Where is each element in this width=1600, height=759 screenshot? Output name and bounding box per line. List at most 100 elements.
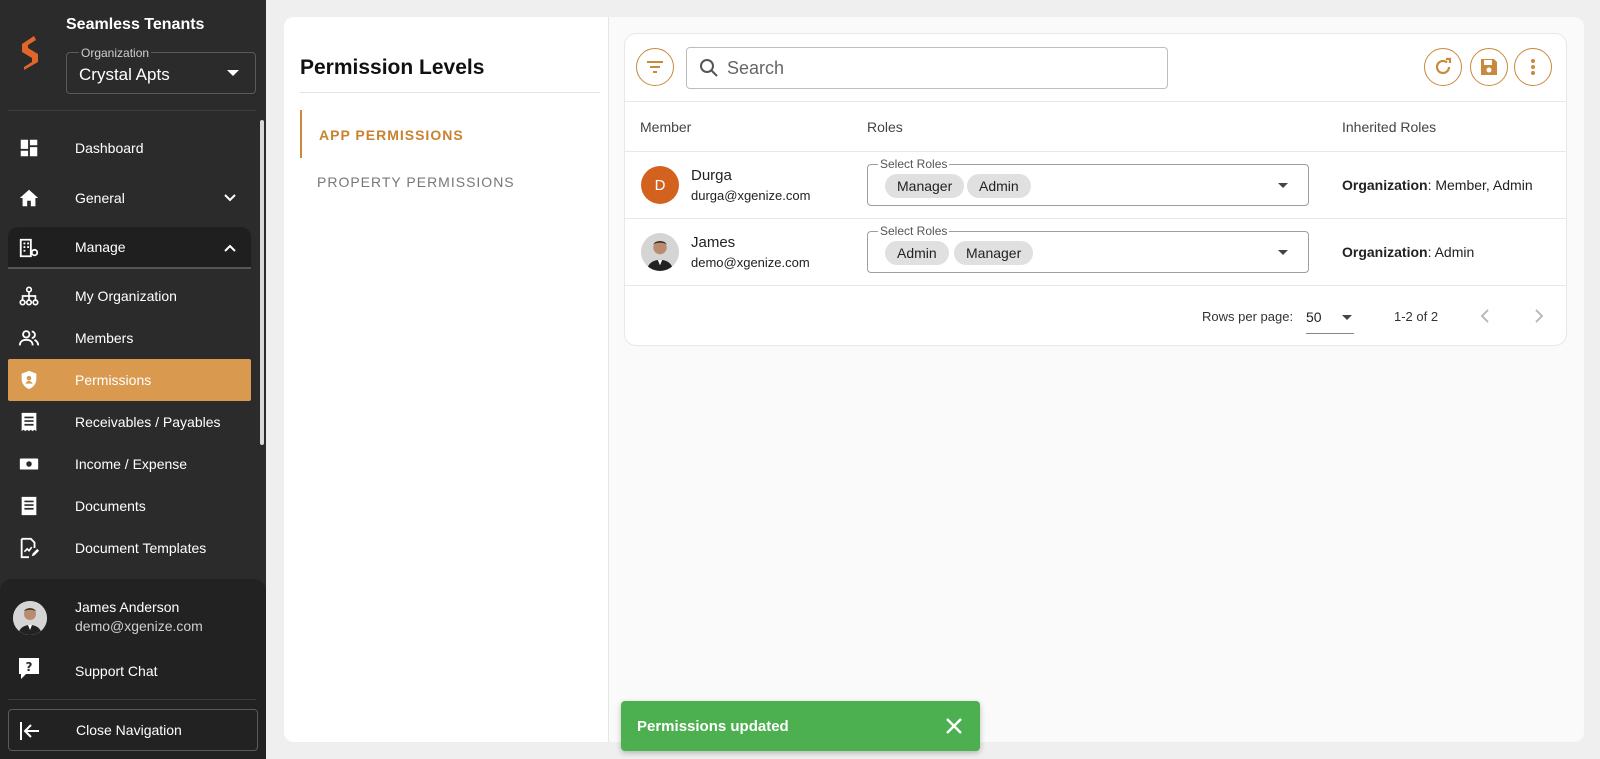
role-chip[interactable]: Manager (954, 241, 1034, 265)
receipt-icon (21, 412, 37, 432)
roles-select[interactable]: Select Roles Manager Admin (867, 157, 1309, 206)
user-avatar[interactable] (13, 601, 47, 635)
divider (625, 218, 1566, 219)
money-icon (19, 458, 39, 470)
dashboard-icon (20, 139, 38, 157)
rows-per-page-label: Rows per page: (1202, 309, 1294, 324)
roles-select-label: Select Roles (878, 157, 950, 171)
previous-page-button[interactable] (1476, 306, 1496, 326)
chevron-up-icon (224, 244, 236, 252)
roles-select[interactable]: Select Roles Admin Manager (867, 224, 1309, 273)
roles-select-label: Select Roles (878, 224, 950, 238)
building-gear-icon (19, 238, 39, 258)
sidebar-item-my-organization[interactable]: My Organization (8, 275, 251, 317)
inherited-scope: Organization (1342, 177, 1428, 193)
save-button[interactable] (1470, 48, 1508, 86)
rows-per-page-select[interactable]: 50 (1306, 304, 1354, 334)
tab-app-permissions[interactable]: APP PERMISSIONS (300, 110, 600, 158)
divider (625, 151, 1566, 152)
column-header-roles[interactable]: Roles (867, 119, 903, 135)
sidebar-item-permissions[interactable]: Permissions (8, 359, 251, 401)
caret-down-icon (1278, 183, 1288, 188)
divider (8, 110, 256, 111)
close-navigation-label: Close Navigation (76, 722, 182, 738)
brand-logo-icon (22, 36, 38, 70)
organization-value: Crystal Apts (79, 65, 170, 84)
inherited-roles: Organization: Admin (1342, 244, 1474, 260)
role-chip[interactable]: Manager (885, 174, 965, 198)
caret-down-icon (1342, 315, 1352, 320)
tab-property-permissions[interactable]: PROPERTY PERMISSIONS (300, 157, 600, 205)
brand-name: Seamless Tenants (66, 16, 205, 33)
role-chip[interactable]: Admin (967, 174, 1031, 198)
document-icon (21, 496, 37, 516)
chevron-left-icon (1480, 309, 1489, 323)
close-navigation-button[interactable]: Close Navigation (8, 709, 258, 751)
sidebar-item-label: Permissions (75, 372, 152, 388)
people-icon (18, 330, 40, 346)
more-vertical-icon (1531, 59, 1535, 75)
sidebar-item-manage[interactable]: Manage (8, 227, 251, 269)
tab-label: APP PERMISSIONS (319, 127, 464, 143)
tab-label: PROPERTY PERMISSIONS (317, 174, 515, 190)
sidebar-item-label: Manage (75, 239, 126, 255)
next-page-button[interactable] (1528, 306, 1548, 326)
close-icon[interactable] (944, 716, 964, 736)
search-field[interactable] (686, 47, 1168, 89)
caret-down-icon (227, 70, 239, 76)
sidebar: Seamless Tenants Organization Crystal Ap… (0, 0, 266, 759)
organization-label: Organization (79, 46, 152, 60)
sidebar-item-label: General (75, 190, 125, 206)
save-icon (1481, 59, 1497, 75)
svg-text:?: ? (26, 660, 33, 674)
sidebar-item-documents[interactable]: Documents (8, 485, 251, 527)
home-icon (19, 189, 39, 207)
refresh-button[interactable] (1424, 48, 1462, 86)
inherited-value: : Admin (1427, 244, 1475, 260)
sidebar-item-dashboard[interactable]: Dashboard (8, 127, 251, 169)
column-header-member[interactable]: Member (640, 119, 691, 135)
sidebar-item-label: Dashboard (75, 140, 144, 156)
column-header-inherited-roles[interactable]: Inherited Roles (1342, 119, 1436, 135)
sidebar-item-income-expense[interactable]: Income / Expense (8, 443, 251, 485)
chevron-right-icon (1535, 309, 1544, 323)
filter-button[interactable] (636, 48, 674, 86)
member-name: Durga (691, 167, 732, 184)
member-name: James (691, 234, 736, 251)
collapse-left-icon (20, 722, 39, 740)
shield-user-icon (21, 370, 37, 390)
search-icon (700, 59, 718, 77)
sidebar-scrollbar[interactable] (260, 120, 264, 445)
person-photo-icon (641, 233, 679, 271)
divider (300, 92, 600, 93)
sidebar-item-label: Document Templates (75, 540, 207, 556)
sidebar-item-members[interactable]: Members (8, 317, 251, 359)
sidebar-item-label: Members (75, 330, 134, 346)
divider (8, 699, 256, 700)
sidebar-item-receivables-payables[interactable]: Receivables / Payables (8, 401, 251, 443)
org-tree-icon (19, 286, 39, 306)
divider (625, 285, 1566, 286)
support-chat-link[interactable]: Support Chat (75, 663, 158, 679)
organization-select[interactable]: Organization Crystal Apts (66, 46, 256, 94)
role-chip[interactable]: Admin (885, 241, 949, 265)
inherited-scope: Organization (1342, 244, 1428, 260)
rows-per-page-value: 50 (1306, 309, 1322, 325)
divider (625, 101, 1566, 102)
member-avatar (641, 233, 679, 271)
support-chat-icon[interactable]: ? (18, 657, 40, 681)
member-avatar: D (641, 166, 679, 204)
page-info: 1-2 of 2 (1394, 309, 1439, 324)
search-input[interactable] (727, 56, 1147, 80)
filter-icon (647, 61, 663, 73)
sidebar-item-document-templates[interactable]: Document Templates (8, 527, 251, 569)
user-name: James Anderson (75, 599, 180, 615)
page-title: Permission Levels (300, 56, 485, 79)
sidebar-item-general[interactable]: General (8, 177, 251, 219)
inherited-roles: Organization: Member, Admin (1342, 177, 1533, 193)
chevron-down-icon (224, 194, 236, 202)
more-options-button[interactable] (1514, 48, 1552, 86)
toast-message: Permissions updated (637, 718, 789, 735)
toast-notification: Permissions updated (621, 701, 980, 751)
sidebar-item-label: Income / Expense (75, 456, 188, 472)
